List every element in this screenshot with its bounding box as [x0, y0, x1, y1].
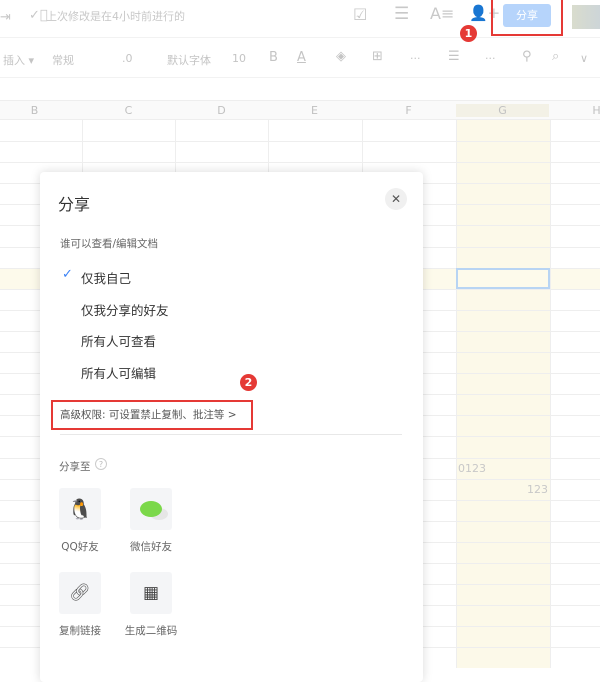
column-E[interactable]: E: [268, 104, 361, 117]
font-color-button[interactable]: A: [297, 50, 306, 65]
cell-G-number[interactable]: 123: [527, 483, 548, 496]
number-format-dropdown[interactable]: 常规: [52, 52, 74, 68]
column-F[interactable]: F: [362, 104, 455, 117]
row-line: [0, 162, 600, 164]
help-icon[interactable]: ?: [95, 458, 107, 470]
avatar[interactable]: [572, 5, 600, 29]
header-bar: ⇥ ✓⃝ 上次修改是在4小时前进行的 ☑ ☰ A≡ 👤+ 分享 1: [0, 0, 600, 42]
annotation-box-1: [491, 0, 563, 36]
cell-G-text[interactable]: 0123: [458, 462, 486, 475]
toolbar: 插入 ▾ 常规 .0 默认字体 10 B A ◈ ⊞ ··· ☰ ··· ⚲ ⌕…: [0, 40, 600, 78]
chevron-down-icon[interactable]: ∨: [580, 52, 588, 65]
fill-color-icon[interactable]: ◈: [336, 49, 346, 64]
column-C[interactable]: C: [82, 104, 175, 117]
check-circle-icon: ✓⃝: [29, 8, 48, 23]
row-line: [0, 141, 600, 142]
option-anyone-view[interactable]: 所有人可查看: [81, 331, 156, 350]
selected-cell[interactable]: [456, 268, 550, 289]
insert-dropdown[interactable]: 插入 ▾: [3, 52, 34, 68]
column-line: [550, 100, 551, 668]
option-anyone-edit[interactable]: 所有人可编辑: [81, 363, 156, 382]
divider: [60, 434, 402, 435]
qq-label: QQ好友: [61, 541, 99, 553]
wechat-label: 微信好友: [130, 541, 172, 553]
column-G[interactable]: G: [456, 104, 549, 117]
option-only-me[interactable]: 仅我自己: [81, 268, 131, 287]
qq-share-button[interactable]: 🐧: [59, 488, 101, 530]
qrcode-button[interactable]: ▦: [130, 572, 172, 614]
qrcode-label: 生成二维码: [124, 625, 178, 637]
text-format-icon[interactable]: A≡: [430, 4, 454, 23]
align-icon[interactable]: ☰: [448, 49, 460, 64]
more-button-2[interactable]: ···: [485, 52, 496, 65]
font-dropdown[interactable]: 默认字体: [167, 52, 211, 68]
save-status: 上次修改是在4小时前进行的: [46, 10, 185, 23]
border-icon[interactable]: ⊞: [372, 49, 383, 64]
share-to-label: 分享至: [59, 461, 91, 473]
column-header: B C D E F G H: [0, 100, 600, 120]
task-add-icon[interactable]: ☑: [353, 5, 367, 24]
advanced-permissions-link[interactable]: 高级权限: 可设置禁止复制、批注等 >: [60, 407, 237, 422]
column-B[interactable]: B: [0, 104, 81, 117]
copy-link-label: 复制链接: [59, 625, 101, 637]
more-button[interactable]: ···: [410, 52, 421, 65]
wechat-icon: [140, 501, 162, 517]
column-H[interactable]: H: [550, 104, 600, 117]
column-line: [456, 100, 457, 668]
qq-penguin-icon: 🐧: [67, 497, 93, 521]
share-dialog: 分享 ✕ 谁可以查看/编辑文档 ✓ 仅我自己 仅我分享的好友 所有人可查看 所有…: [40, 172, 423, 682]
format-painter-icon[interactable]: ⚲: [522, 49, 532, 64]
wechat-share-button[interactable]: [130, 488, 172, 530]
bold-button[interactable]: B: [269, 50, 278, 65]
dialog-title: 分享: [58, 195, 91, 214]
font-size-dropdown[interactable]: 10: [232, 52, 246, 65]
check-icon: ✓: [62, 267, 73, 282]
option-shared-friends[interactable]: 仅我分享的好友: [81, 300, 169, 319]
column-D[interactable]: D: [175, 104, 268, 117]
who-can-view-label: 谁可以查看/编辑文档: [60, 238, 159, 250]
close-button[interactable]: ✕: [385, 188, 407, 210]
exit-icon[interactable]: ⇥: [0, 10, 11, 25]
annotation-badge-2: 2: [240, 374, 257, 391]
search-icon[interactable]: ⌕: [552, 49, 559, 64]
qrcode-icon: ▦: [142, 583, 160, 603]
link-icon: 🔗︎: [69, 583, 91, 603]
decimal-stepper[interactable]: .0: [122, 52, 133, 65]
menu-icon[interactable]: ☰: [394, 4, 409, 24]
copy-link-button[interactable]: 🔗︎: [59, 572, 101, 614]
